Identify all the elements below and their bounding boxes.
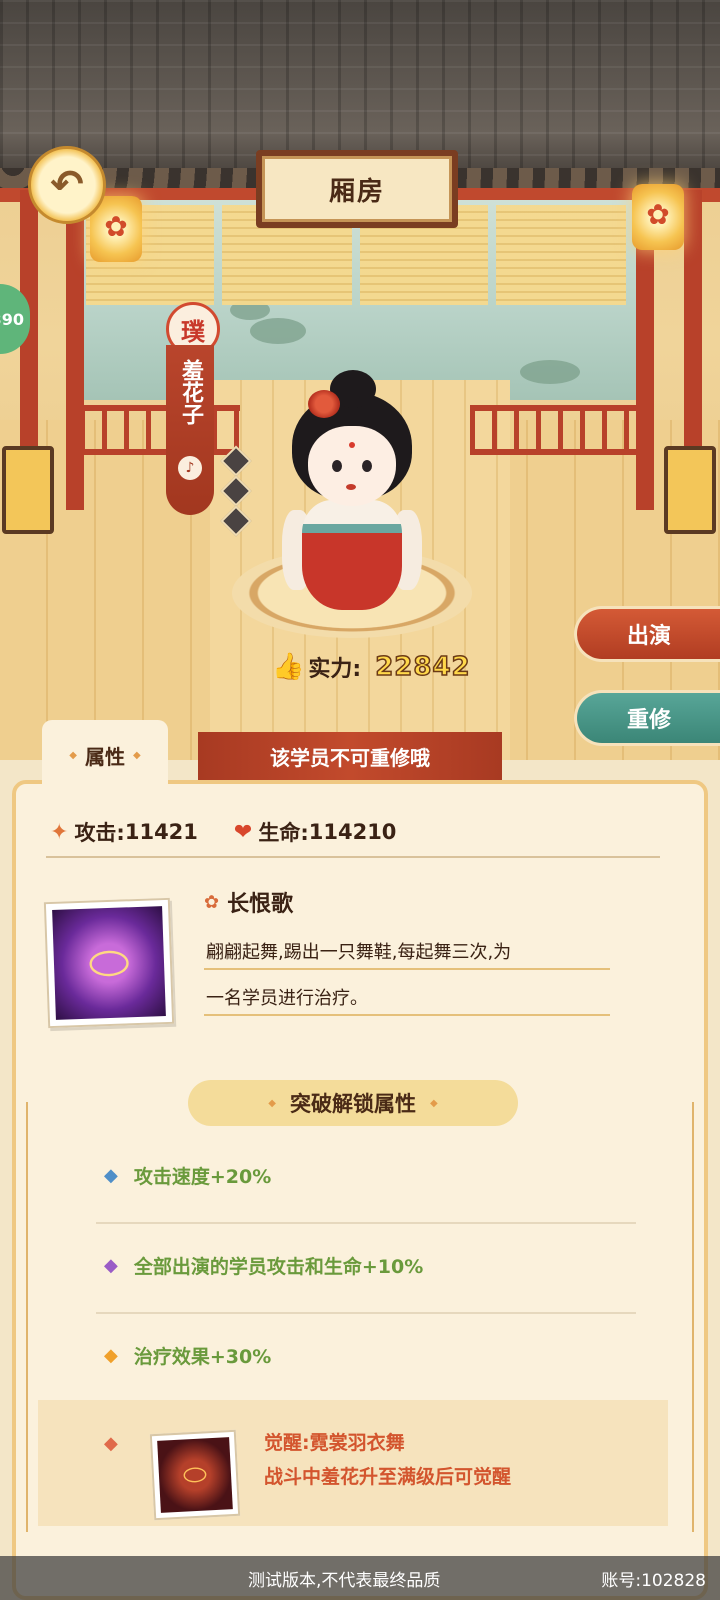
page-title: 厢房 (256, 150, 458, 228)
bonus-divider (96, 1222, 636, 1224)
retrain-notice-banner: 该学员不可重修哦 (198, 732, 502, 780)
purple-diamond-icon: ◆ (104, 1254, 118, 1276)
bamboo-blind (496, 205, 626, 305)
skill-name-text: 长恨歌 (227, 892, 294, 917)
student-character[interactable] (282, 370, 422, 620)
stats-row: ✦ 攻击: 11421 ❤ 生命: 114210 (50, 812, 432, 852)
dance-shoe-icon: ⬭ (52, 906, 166, 1020)
power-value: 22842 (374, 651, 471, 683)
bonus-text: 全部出演的学员攻击和生命+10% (133, 1255, 424, 1278)
breakthrough-header: 突破解锁属性 (188, 1080, 518, 1126)
attack-star-icon: ✦ (50, 819, 69, 845)
skill-name: ✿ 长恨歌 (204, 886, 293, 918)
heart-icon: ❤ (233, 819, 253, 845)
railing-right (470, 405, 640, 455)
character-dress (302, 500, 402, 610)
bonus-text: 治疗效果+30% (133, 1345, 272, 1368)
bonus-item: ◆ 治疗效果+30% (104, 1340, 271, 1370)
skill-desc-underline (204, 968, 610, 970)
thumbs-up-icon: 👍 (272, 652, 305, 682)
hp-label: 生命: (258, 821, 309, 845)
skill-mascot-icon: ✿ (204, 891, 220, 913)
retrain-button[interactable]: 重修 (574, 690, 720, 746)
account-id: 账号:102828 (601, 1570, 706, 1591)
awaken-shoe-icon: ⬭ (157, 1437, 233, 1513)
skill-desc-underline (204, 1014, 610, 1016)
breakthrough-header-label: 突破解锁属性 (290, 1092, 416, 1116)
footer-bar: 测试版本,不代表最终品质 账号:102828 (0, 1556, 720, 1600)
hp-value: 114210 (308, 820, 397, 844)
divider (46, 856, 660, 858)
character-face (308, 426, 396, 506)
lotus-leaf-icon (520, 360, 580, 384)
red-diamond-icon: ◆ (104, 1432, 118, 1454)
awaken-title: 觉醒:霓裳羽衣舞 (264, 1432, 405, 1454)
tab-attributes-label: 属性 (85, 744, 125, 769)
attack-value: 11421 (124, 820, 198, 844)
railing-left (80, 405, 240, 455)
tab-attributes[interactable]: 属性 (42, 720, 168, 790)
skill-card[interactable]: ⬭ (43, 897, 175, 1029)
post-lamp-icon (664, 446, 716, 534)
power-label: 实力: (308, 657, 362, 682)
perform-button[interactable]: 出演 (574, 606, 720, 662)
back-arrow-icon: ↶ (50, 162, 84, 208)
skill-description: 翩翩起舞,踢出一只舞鞋,每起舞三次,为 一名学员进行治疗。 (206, 930, 606, 1022)
bonus-item: ◆ 攻击速度+20% (104, 1160, 271, 1190)
blue-diamond-icon: ◆ (104, 1164, 118, 1186)
instrument-icon: ♪ (178, 456, 202, 480)
test-version-notice: 测试版本,不代表最终品质 (248, 1570, 441, 1591)
attack-label: 攻击: (74, 821, 125, 845)
hair-flower-icon (308, 390, 340, 418)
awaken-description: 战斗中羞花升至满级后可觉醒 (264, 1466, 512, 1488)
bonus-text: 攻击速度+20% (133, 1165, 272, 1188)
lotus-leaf-icon (250, 318, 306, 344)
orange-diamond-icon: ◆ (104, 1344, 118, 1366)
bonus-item: ◆ 全部出演的学员攻击和生命+10% (104, 1250, 423, 1280)
awaken-skill-card[interactable]: ⬭ (149, 1429, 241, 1521)
back-button[interactable]: ↶ (28, 146, 106, 224)
pillar-left-2 (66, 190, 84, 510)
bonus-divider (96, 1312, 636, 1314)
post-lamp-icon (2, 446, 54, 534)
lantern-icon (632, 184, 684, 250)
power-display: 👍 实力: 22842 (272, 650, 471, 684)
awaken-marker: ◆ (104, 1428, 134, 1458)
student-name-banner: 羞花子 (166, 345, 214, 515)
